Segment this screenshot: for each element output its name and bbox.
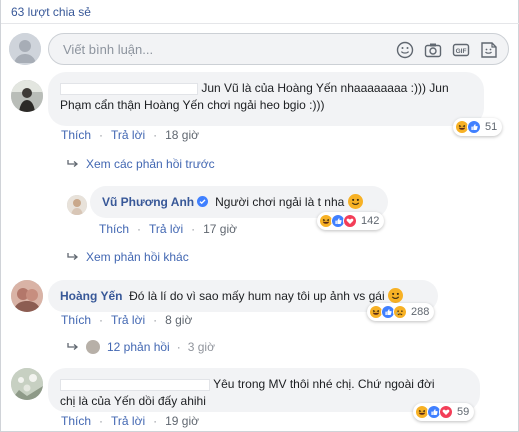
comment-text: Người chơi ngải là t nha — [215, 195, 345, 209]
like-reaction-icon — [467, 120, 481, 134]
reaction-summary[interactable]: 288 — [367, 303, 435, 321]
comment-text: Đó là lí do vì sao mấy hum nay tôi up ản… — [129, 289, 385, 303]
avatar[interactable] — [67, 195, 87, 215]
reply-arrow-icon — [67, 253, 79, 260]
timestamp[interactable]: 17 giờ — [203, 222, 237, 236]
comment-actions: Thích · Trả lời · 18 giờ — [61, 128, 199, 142]
comment-actions: Thích · Trả lời · 19 giờ — [61, 414, 199, 428]
timestamp: 3 giờ — [187, 340, 215, 354]
gif-icon[interactable]: GIF — [452, 41, 470, 59]
reaction-count: 142 — [361, 215, 380, 227]
emoji-icon[interactable] — [396, 41, 414, 59]
reaction-summary[interactable]: 51 — [453, 118, 503, 136]
reply-arrow-icon — [67, 343, 79, 350]
reaction-count: 59 — [457, 406, 470, 418]
sad-reaction-icon — [393, 305, 407, 319]
comment-section: 63 lượt chia sẻ Viết bình luận... GIF Ju… — [0, 0, 519, 432]
reply-button[interactable]: Trả lời — [111, 313, 145, 327]
view-previous-replies[interactable]: Xem các phản hồi trước — [67, 157, 215, 171]
timestamp[interactable]: 8 giờ — [165, 313, 192, 327]
timestamp[interactable]: 19 giờ — [165, 414, 199, 428]
comment-input[interactable]: Viết bình luận... — [63, 42, 153, 57]
timestamp[interactable]: 18 giờ — [165, 128, 199, 142]
view-replies[interactable]: 12 phản hồi · 3 giờ — [67, 340, 215, 354]
reply-arrow-icon — [67, 160, 79, 167]
comment-composer[interactable]: Viết bình luận... GIF — [48, 33, 509, 65]
comment-text: Phạm cẩn thận Hoàng Yến chơi ngải heo bg… — [60, 98, 325, 112]
like-button[interactable]: Thích — [99, 222, 129, 236]
reply-button[interactable]: Trả lời — [149, 222, 183, 236]
comment-bubble: Jun Vũ là của Hoàng Yến nhaaaaaaaa :))) … — [48, 72, 484, 126]
comment-text: chị là của Yến dồi đấy ahihi — [60, 394, 206, 408]
comment-actions: Thích · Trả lời · 17 giờ — [99, 222, 237, 236]
divider — [1, 23, 519, 24]
camera-icon[interactable] — [424, 41, 442, 59]
view-more-replies[interactable]: Xem phản hồi khác — [67, 250, 189, 264]
redacted-name — [60, 378, 210, 391]
svg-text:GIF: GIF — [456, 48, 467, 55]
love-reaction-icon — [439, 405, 453, 419]
comment-text: Jun Vũ là của Hoàng Yến nhaaaaaaaa :))) … — [201, 81, 449, 95]
reaction-count: 51 — [485, 121, 498, 133]
emoji-icon — [347, 194, 363, 209]
share-count[interactable]: 63 lượt chia sẻ — [11, 5, 91, 19]
reaction-summary[interactable]: 142 — [317, 212, 385, 230]
reply-button[interactable]: Trả lời — [111, 128, 145, 142]
author-name[interactable]: Hoàng Yến — [60, 289, 122, 303]
comment-actions: Thích · Trả lời · 8 giờ — [61, 313, 193, 327]
reaction-summary[interactable]: 59 — [413, 403, 475, 421]
like-button[interactable]: Thích — [61, 414, 91, 428]
sticker-icon[interactable] — [480, 41, 498, 59]
avatar — [86, 340, 100, 354]
emoji-icon — [387, 288, 403, 303]
comment-text: Yêu trong MV thôi nhé chị. Chứ ngoài đời — [213, 377, 435, 391]
avatar[interactable] — [11, 368, 43, 400]
current-user-avatar — [9, 33, 41, 65]
redacted-name — [60, 82, 198, 95]
love-reaction-icon — [343, 214, 357, 228]
like-button[interactable]: Thích — [61, 313, 91, 327]
avatar[interactable] — [11, 80, 43, 112]
verified-badge-icon — [197, 196, 209, 207]
reaction-count: 288 — [411, 306, 430, 318]
like-button[interactable]: Thích — [61, 128, 91, 142]
reply-button[interactable]: Trả lời — [111, 414, 145, 428]
author-name[interactable]: Vũ Phương Anh — [102, 195, 194, 209]
avatar[interactable] — [11, 280, 43, 312]
